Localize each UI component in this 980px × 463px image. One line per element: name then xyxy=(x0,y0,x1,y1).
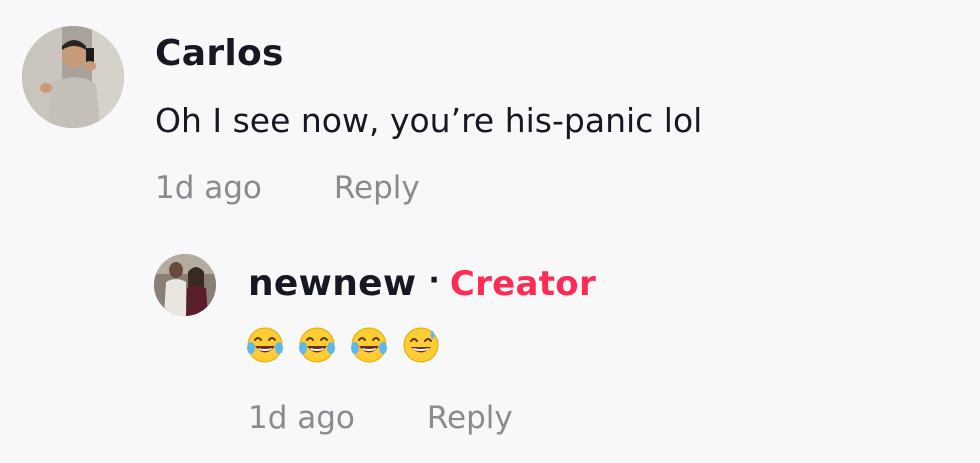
reply-username[interactable]: newnew xyxy=(248,262,416,306)
reply-text xyxy=(246,326,440,364)
reply-header: newnew · Creator xyxy=(248,262,596,306)
user-avatar-icon xyxy=(22,26,124,128)
comment-username[interactable]: Carlos xyxy=(155,32,284,76)
reply-timestamp: 1d ago xyxy=(248,400,355,436)
face-with-tears-of-joy-icon xyxy=(298,326,336,364)
comment-text: Oh I see now, you’re his-panic lol xyxy=(155,101,703,140)
reply-button[interactable]: Reply xyxy=(334,168,420,208)
creator-badge: Creator xyxy=(449,264,597,304)
user-avatar-icon xyxy=(154,254,216,316)
avatar[interactable] xyxy=(154,254,216,316)
reply-button[interactable]: Reply xyxy=(427,398,513,438)
avatar[interactable] xyxy=(22,26,124,128)
comment-meta: 1d ago Reply xyxy=(155,168,420,208)
separator-dot: · xyxy=(428,262,440,298)
reply-meta: 1d ago Reply xyxy=(248,398,513,438)
comment-timestamp: 1d ago xyxy=(155,170,262,206)
comment-thread: Carlos Oh I see now, you’re his-panic lo… xyxy=(0,0,980,463)
grinning-face-with-sweat-icon xyxy=(402,326,440,364)
face-with-tears-of-joy-icon xyxy=(246,326,284,364)
face-with-tears-of-joy-icon xyxy=(350,326,388,364)
